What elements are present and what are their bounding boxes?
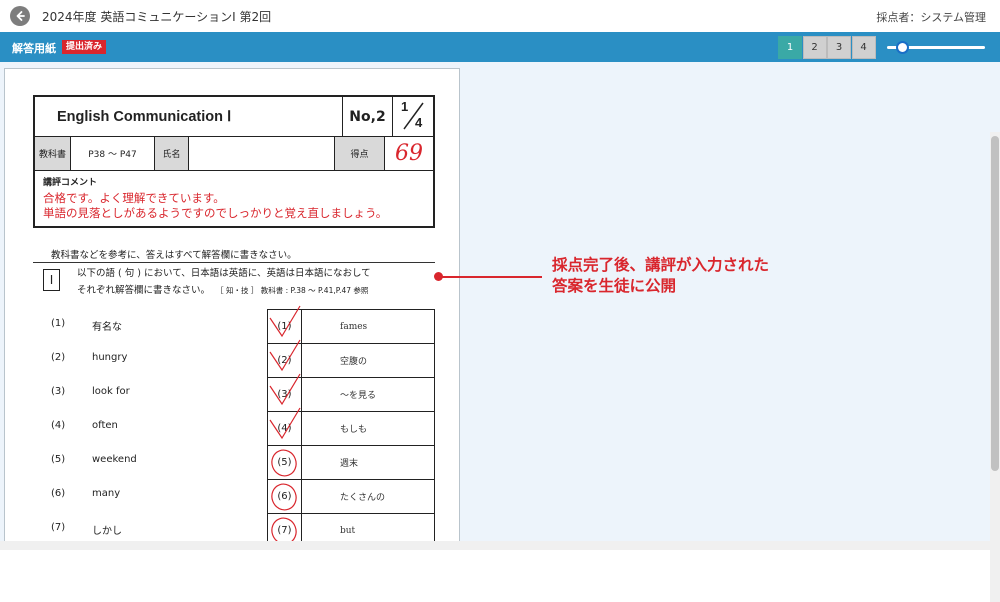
question-number: (6) bbox=[51, 488, 65, 499]
answer-text: もしも bbox=[302, 412, 434, 445]
question-word: しかし bbox=[92, 522, 122, 537]
question-word: often bbox=[92, 420, 118, 431]
question-row: (4)often(4)もしも bbox=[5, 411, 460, 445]
callout-dot bbox=[434, 272, 443, 281]
question-number: (2) bbox=[51, 352, 65, 363]
arrow-left-icon bbox=[14, 10, 26, 22]
question-number: (7) bbox=[51, 522, 65, 533]
comment-label: 講評コメント bbox=[43, 175, 425, 188]
question-number: (4) bbox=[51, 420, 65, 431]
page-selector: 1 2 3 4 bbox=[778, 36, 876, 59]
question-line-1: 以下の語 ( 句 ) において、日本語は英語に、英語は日本語になおして bbox=[77, 265, 371, 282]
name-label: 氏名 bbox=[155, 137, 189, 170]
fraction-numerator: 1 bbox=[401, 99, 408, 114]
answer-sheet-paper: English Communication Ⅰ No,2 1 4 教科書 P38… bbox=[4, 68, 460, 550]
question-number: (1) bbox=[51, 318, 65, 329]
answer-text: たくさんの bbox=[302, 480, 434, 513]
question-row: (1)有名な(1)fames bbox=[5, 309, 460, 343]
question-word: hungry bbox=[92, 352, 127, 363]
question-row: (3)look for(3)～を見る bbox=[5, 377, 460, 411]
zoom-slider[interactable] bbox=[887, 46, 985, 49]
viewer-area: English Communication Ⅰ No,2 1 4 教科書 P38… bbox=[0, 62, 1000, 550]
grader-label: 採点者：システム管理 bbox=[876, 9, 986, 25]
answer-text: 空腹の bbox=[302, 344, 434, 377]
paper-header-table: English Communication Ⅰ No,2 1 4 教科書 P38… bbox=[33, 95, 435, 228]
page-title: 2024年度 英語コミュニケーションⅠ 第2回 bbox=[42, 8, 271, 25]
zoom-slider-thumb[interactable] bbox=[896, 41, 909, 54]
question-row: (6)many(6)たくさんの bbox=[5, 479, 460, 513]
textbook-range: P38 ～ P47 bbox=[71, 137, 155, 170]
horizontal-scrollbar[interactable] bbox=[0, 541, 1000, 550]
comment-line-2: 単語の見落としがあるようですのでしっかりと覚え直しましょう。 bbox=[43, 206, 425, 221]
back-button[interactable] bbox=[10, 6, 30, 26]
question-word: 有名な bbox=[92, 318, 122, 333]
textbook-label: 教科書 bbox=[35, 137, 71, 170]
course-name: English Communication Ⅰ bbox=[35, 97, 343, 136]
instruction-text: 教科書などを参考に、答えはすべて解答欄に書きなさい。 bbox=[51, 247, 297, 261]
question-word: many bbox=[92, 488, 120, 499]
vertical-scrollbar[interactable] bbox=[990, 132, 1000, 602]
page-button-2[interactable]: 2 bbox=[803, 36, 827, 59]
comment-box: 講評コメント 合格です。よく理解できています。 単語の見落としがあるようですので… bbox=[35, 171, 433, 226]
answer-sheet-label: 解答用紙 bbox=[12, 40, 56, 56]
question-line-2: それぞれ解答欄に書きなさい。 bbox=[77, 285, 210, 296]
callout-line bbox=[437, 276, 542, 278]
callout-line-1: 採点完了後、講評が入力された bbox=[552, 255, 769, 276]
answer-text: ～を見る bbox=[302, 378, 434, 411]
name-value bbox=[189, 137, 335, 170]
answer-text: 週末 bbox=[302, 446, 434, 479]
question-text: 以下の語 ( 句 ) において、日本語は英語に、英語は日本語になおして それぞれ… bbox=[77, 265, 371, 299]
sheet-number: No,2 bbox=[343, 97, 393, 136]
answer-text: fames bbox=[302, 310, 434, 343]
question-number: (5) bbox=[51, 454, 65, 465]
status-badge: 提出済み bbox=[62, 40, 106, 54]
question-reference: ［ 知・技 ］ 教科書 : P.38 ～ P.41,P.47 参照 bbox=[216, 286, 368, 295]
question-word: look for bbox=[92, 386, 130, 397]
question-number: (3) bbox=[51, 386, 65, 397]
score-value: 69 bbox=[385, 137, 433, 170]
page-button-4[interactable]: 4 bbox=[852, 36, 876, 59]
top-bar: 2024年度 英語コミュニケーションⅠ 第2回 採点者：システム管理 bbox=[0, 0, 1000, 32]
page-button-3[interactable]: 3 bbox=[827, 36, 851, 59]
question-row: (5)weekend(5)週末 bbox=[5, 445, 460, 479]
page-button-1[interactable]: 1 bbox=[778, 36, 802, 59]
section-number: Ⅰ bbox=[43, 269, 60, 291]
score-label: 得点 bbox=[335, 137, 385, 170]
page-fraction: 1 4 bbox=[393, 97, 433, 136]
toolbar: 解答用紙 提出済み 1 2 3 4 bbox=[0, 32, 1000, 62]
divider bbox=[33, 262, 435, 263]
callout-line-2: 答案を生徒に公開 bbox=[552, 276, 769, 297]
question-row: (2)hungry(2)空腹の bbox=[5, 343, 460, 377]
scrollbar-thumb[interactable] bbox=[991, 136, 999, 471]
fraction-denominator: 4 bbox=[415, 115, 422, 130]
callout-text: 採点完了後、講評が入力された 答案を生徒に公開 bbox=[552, 255, 769, 297]
comment-line-1: 合格です。よく理解できています。 bbox=[43, 191, 425, 206]
question-word: weekend bbox=[92, 454, 137, 465]
